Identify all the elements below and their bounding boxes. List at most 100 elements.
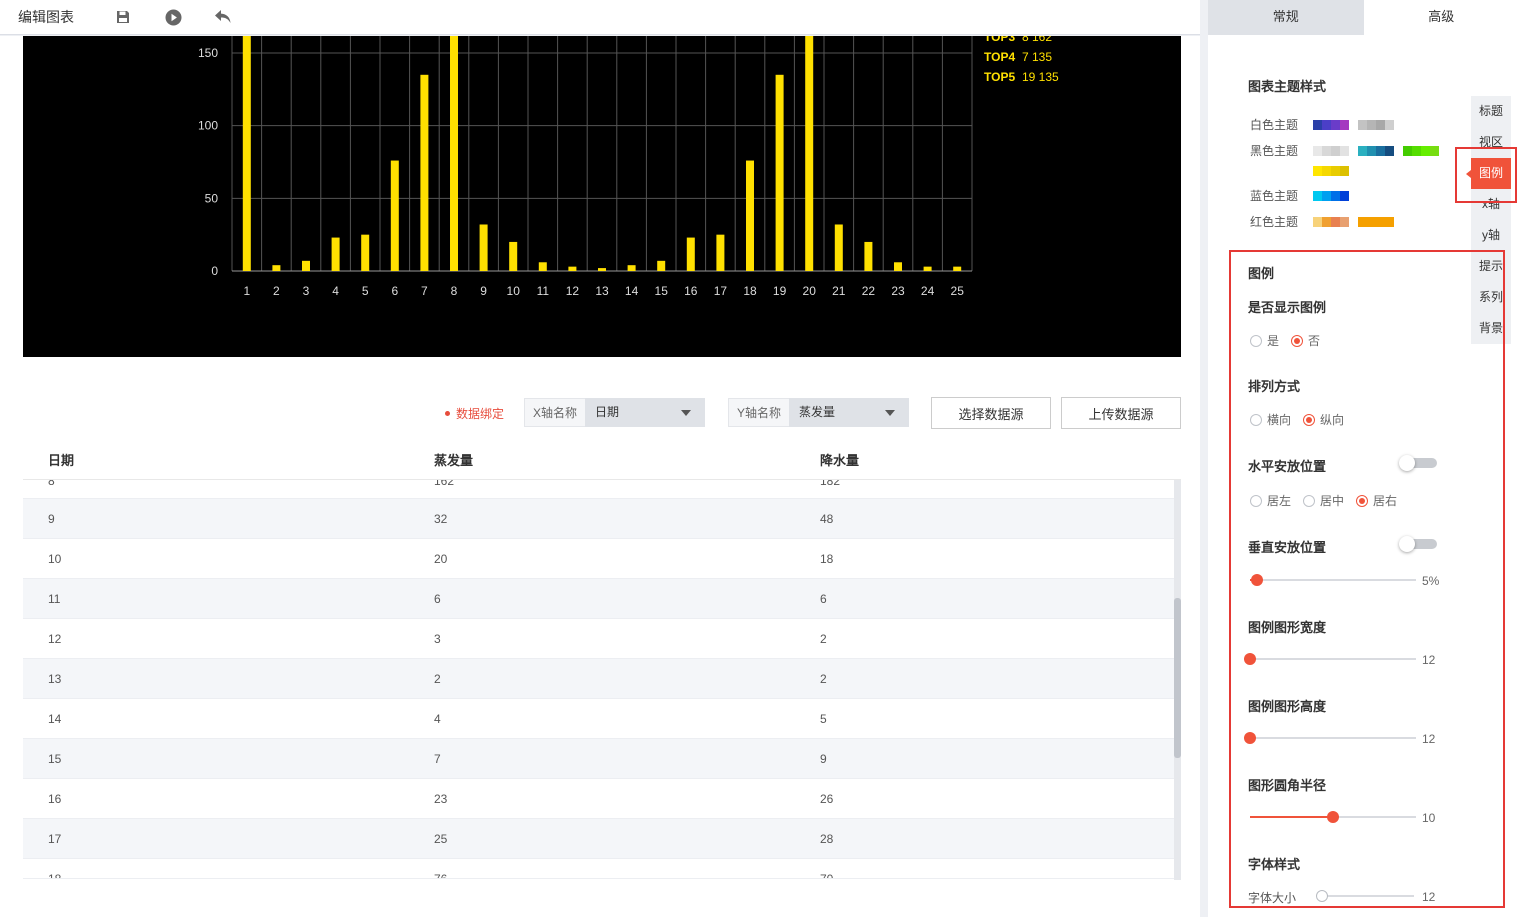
data-binding-label: 数据绑定 bbox=[445, 405, 504, 422]
x-tick-label: 17 bbox=[714, 284, 728, 298]
table-scrollbar[interactable] bbox=[1174, 480, 1181, 880]
theme-white-swatch-2[interactable] bbox=[1358, 120, 1394, 130]
tab-general[interactable]: 常规 bbox=[1208, 0, 1364, 35]
editor-header: 编辑图表 bbox=[0, 0, 1200, 35]
cell-date: 8 bbox=[48, 480, 55, 488]
bar bbox=[657, 260, 666, 271]
vertical-position-slider[interactable] bbox=[1250, 573, 1416, 587]
vertical-position-label: 垂直安放位置 bbox=[1248, 540, 1327, 555]
nav-y-axis[interactable]: y轴 bbox=[1471, 220, 1511, 251]
toggle-knob[interactable] bbox=[1399, 455, 1415, 471]
bar bbox=[746, 160, 754, 271]
legend-shape-height-value: 12 bbox=[1422, 732, 1436, 746]
hpos-right-label: 居右 bbox=[1373, 494, 1398, 508]
table-row[interactable]: 17 25 28 bbox=[23, 819, 1181, 859]
radio-on-icon[interactable] bbox=[1303, 413, 1316, 426]
theme-black-swatch-2[interactable] bbox=[1358, 146, 1394, 156]
theme-red-swatch-1[interactable] bbox=[1313, 217, 1349, 227]
corner-radius-slider[interactable] bbox=[1250, 810, 1416, 824]
chart-preview[interactable]: 0 50 100 150 1 2 3 4 5 6 7 8 9 10 11 12 13 14 15 16 17 18 19 20… bbox=[23, 36, 1181, 357]
theme-black-swatch-4[interactable] bbox=[1313, 166, 1349, 176]
radio-off-icon[interactable] bbox=[1250, 494, 1262, 507]
hpos-center[interactable]: 居中 bbox=[1303, 492, 1344, 509]
radio-on-icon[interactable] bbox=[1291, 334, 1304, 347]
top-rank-value: 19 135 bbox=[1022, 70, 1059, 84]
show-legend-label: 是否显示图例 bbox=[1248, 300, 1327, 315]
cell-date: 14 bbox=[48, 712, 62, 726]
theme-red-swatch-2[interactable] bbox=[1358, 217, 1394, 227]
slider-handle[interactable] bbox=[1244, 732, 1256, 744]
x-tick-label: 1 bbox=[243, 284, 250, 298]
nav-series[interactable]: 系列 bbox=[1471, 282, 1511, 313]
play-icon[interactable] bbox=[164, 8, 182, 26]
cell-evaporation: 4 bbox=[434, 712, 441, 726]
x-tick-label: 15 bbox=[655, 284, 669, 298]
table-row[interactable]: 9 32 48 bbox=[23, 499, 1181, 539]
nav-title[interactable]: 标题 bbox=[1471, 96, 1511, 127]
cell-precipitation: 182 bbox=[820, 480, 841, 488]
theme-black-swatch-3[interactable] bbox=[1403, 146, 1439, 156]
hpos-left[interactable]: 居左 bbox=[1250, 492, 1291, 509]
y-tick-label: 50 bbox=[205, 191, 219, 205]
legend-shape-height-slider[interactable] bbox=[1244, 731, 1416, 745]
legend-shape-width-slider[interactable] bbox=[1244, 652, 1416, 666]
table-row[interactable]: 16 23 26 bbox=[23, 779, 1181, 819]
horizontal-position-toggle[interactable] bbox=[1399, 455, 1437, 471]
table-row[interactable]: 12 3 2 bbox=[23, 619, 1181, 659]
layout-radio-group: 横向 纵向 bbox=[1250, 411, 1356, 428]
table-row[interactable]: 13 2 2 bbox=[23, 659, 1181, 699]
theme-black-label: 黑色主题 bbox=[1250, 144, 1299, 158]
nav-tooltip[interactable]: 提示 bbox=[1471, 251, 1511, 282]
table-row[interactable]: 10 20 18 bbox=[23, 539, 1181, 579]
corner-radius-label: 图形圆角半径 bbox=[1248, 778, 1327, 793]
slider-handle[interactable] bbox=[1244, 653, 1256, 665]
table-row[interactable]: 8 162 182 bbox=[23, 480, 1181, 499]
radio-off-icon[interactable] bbox=[1250, 413, 1262, 426]
x-tick-label: 4 bbox=[332, 284, 339, 298]
table-row[interactable]: 11 6 6 bbox=[23, 579, 1181, 619]
radio-on-icon[interactable] bbox=[1356, 494, 1369, 507]
corner-radius-value: 10 bbox=[1422, 811, 1436, 825]
hpos-right[interactable]: 居右 bbox=[1356, 492, 1397, 509]
undo-icon[interactable] bbox=[214, 8, 232, 26]
y-axis-select[interactable]: 蒸发量 bbox=[789, 398, 910, 427]
cell-precipitation: 28 bbox=[820, 832, 834, 846]
theme-white-swatch-1[interactable] bbox=[1313, 120, 1349, 130]
bar bbox=[331, 237, 340, 271]
theme-blue-label: 蓝色主题 bbox=[1250, 189, 1299, 203]
bar bbox=[953, 266, 962, 271]
caret-down-icon bbox=[681, 410, 692, 416]
show-legend-yes[interactable]: 是 bbox=[1250, 332, 1279, 349]
font-size-slider[interactable] bbox=[1316, 889, 1414, 903]
radio-off-icon[interactable] bbox=[1250, 334, 1262, 347]
theme-black-swatch-1[interactable] bbox=[1313, 146, 1349, 156]
theme-blue-swatch-1[interactable] bbox=[1313, 191, 1349, 201]
show-legend-no[interactable]: 否 bbox=[1291, 332, 1320, 349]
show-legend-radio-group: 是 否 bbox=[1250, 332, 1332, 349]
layout-vertical[interactable]: 纵向 bbox=[1303, 411, 1344, 428]
nav-viewport[interactable]: 视区 bbox=[1471, 127, 1511, 158]
x-axis-select[interactable]: 日期 bbox=[585, 398, 706, 427]
cell-evaporation: 7 bbox=[434, 752, 441, 766]
top-rank-label: TOP5 bbox=[984, 70, 1015, 84]
cell-date: 9 bbox=[48, 512, 55, 526]
vertical-position-toggle[interactable] bbox=[1399, 536, 1437, 552]
select-datasource-button[interactable]: 选择数据源 bbox=[931, 397, 1051, 429]
nav-x-axis[interactable]: x轴 bbox=[1471, 189, 1511, 220]
nav-background[interactable]: 背景 bbox=[1471, 313, 1511, 344]
layout-horizontal[interactable]: 横向 bbox=[1250, 411, 1291, 428]
radio-off-icon[interactable] bbox=[1303, 494, 1316, 507]
tab-advanced[interactable]: 高级 bbox=[1363, 0, 1519, 35]
slider-handle[interactable] bbox=[1316, 890, 1328, 902]
table-row[interactable]: 18 76 70 bbox=[23, 859, 1181, 879]
upload-datasource-button[interactable]: 上传数据源 bbox=[1061, 397, 1181, 429]
table-scrollbar-thumb[interactable] bbox=[1174, 598, 1181, 758]
table-row[interactable]: 15 7 9 bbox=[23, 739, 1181, 779]
nav-legend[interactable]: 图例 bbox=[1466, 158, 1511, 189]
save-icon[interactable] bbox=[114, 8, 132, 26]
toggle-knob[interactable] bbox=[1399, 536, 1415, 552]
slider-handle[interactable] bbox=[1250, 574, 1263, 586]
slider-handle[interactable] bbox=[1327, 811, 1339, 823]
table-row[interactable]: 14 4 5 bbox=[23, 699, 1181, 739]
cell-precipitation: 2 bbox=[820, 672, 827, 686]
